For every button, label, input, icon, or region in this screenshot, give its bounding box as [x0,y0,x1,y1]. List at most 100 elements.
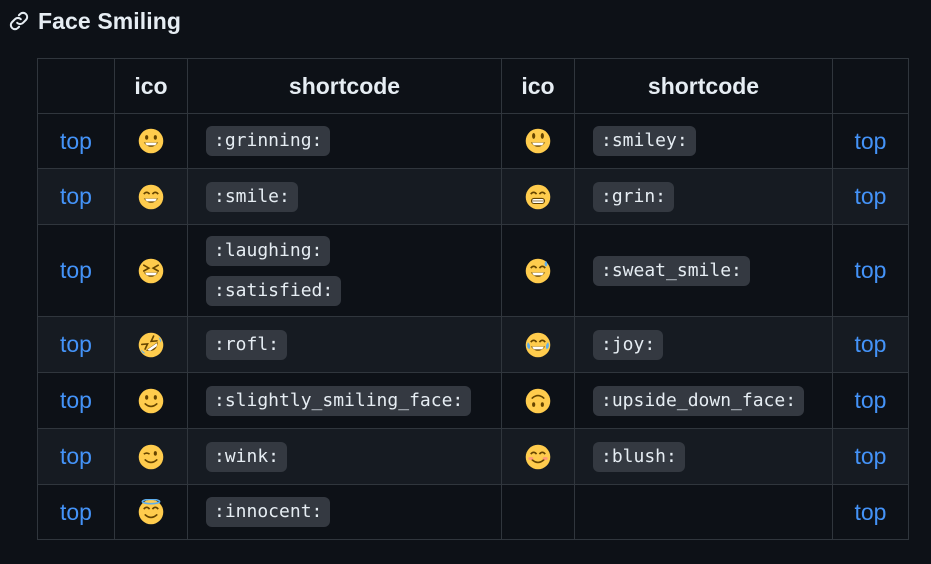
laughing-face-icon [138,258,164,284]
shortcode: :innocent: [206,497,331,527]
top-cell-right: top [832,372,909,429]
ico-cell-left [114,372,188,429]
shortcode: :smiley: [593,126,696,156]
shortcode: :sweat_smile: [593,255,750,286]
shortcode: :satisfied: [206,275,342,306]
top-cell-right: top [832,484,909,540]
shortcode: :joy: [593,329,664,360]
top-link[interactable]: top [60,443,92,469]
shortcode: :blush: [593,441,685,472]
shortcode: :rofl: [206,329,288,360]
header-ico-left: ico [114,58,188,114]
top-link[interactable]: top [60,183,92,209]
ico-cell-left [114,428,188,485]
shortcode-cell-left: :grinning: [187,113,502,169]
top-link[interactable]: top [855,128,887,154]
top-link[interactable]: top [60,499,92,525]
top-cell-left: top [37,113,115,169]
table-row: top :smile: :grin: top [37,168,909,225]
shortcode: :smile: [206,181,298,212]
shortcode-cell-right: :upside_down_face: [574,372,833,429]
top-link[interactable]: top [855,257,887,283]
table-row: top :rofl: :joy: top [37,316,909,373]
top-link[interactable]: top [855,331,887,357]
header-top-left [37,58,115,114]
top-link[interactable]: top [60,257,92,283]
shortcode: :laughing: [206,235,331,266]
shortcode: :grinning: [206,126,331,156]
rofl-face-icon [138,332,164,358]
header-top-right [832,58,909,114]
ico-cell-left [114,168,188,225]
ico-cell-right [501,316,575,373]
blush-face-icon [525,444,551,470]
top-cell-right: top [832,224,909,317]
ico-cell-right [501,428,575,485]
top-cell-left: top [37,316,115,373]
top-cell-right: top [832,168,909,225]
top-link[interactable]: top [855,387,887,413]
shortcode-cell-left: :smile: [187,168,502,225]
table-row: top :innocent: top [37,484,909,540]
smile-face-icon [138,184,164,210]
header-ico-right: ico [501,58,575,114]
top-cell-right: top [832,113,909,169]
top-cell-left: top [37,484,115,540]
ico-cell-left [114,316,188,373]
ico-cell-right [501,168,575,225]
top-link[interactable]: top [855,499,887,525]
top-cell-left: top [37,168,115,225]
shortcode-cell-right: :blush: [574,428,833,485]
top-cell-left: top [37,372,115,429]
top-link[interactable]: top [855,443,887,469]
top-link[interactable]: top [60,128,92,154]
link-icon[interactable] [8,10,30,32]
table-row: top :laughing::satisfied: :sweat_smile: top [37,224,909,317]
header-shortcode-left: shortcode [187,58,502,114]
wink-face-icon [138,444,164,470]
shortcode-cell-right: :sweat_smile: [574,224,833,317]
shortcode-cell-left: :innocent: [187,484,502,540]
page: Face Smiling ico shortcode ico shortcode… [0,0,931,564]
innocent-face-icon [138,498,164,525]
top-link[interactable]: top [60,387,92,413]
ico-cell-right [501,113,575,169]
top-cell-right: top [832,428,909,485]
header-shortcode-right: shortcode [574,58,833,114]
shortcode-cell-right: :joy: [574,316,833,373]
section-heading: Face Smiling [8,6,181,36]
shortcode-cell-left: :rofl: [187,316,502,373]
shortcode: :wink: [206,441,288,472]
table-body: top:grinning::smiley: top top:smile::grin:… [37,113,909,540]
ico-cell-left [114,224,188,317]
slightly-smiling-face-icon [138,388,164,414]
ico-cell-right [501,372,575,429]
section-title: Face Smiling [38,7,182,34]
ico-cell-left [114,113,188,169]
top-cell-right: top [832,316,909,373]
ico-cell-left [114,484,188,540]
shortcode-cell-right: :grin: [574,168,833,225]
shortcode-cell-left: :slightly_smiling_face: [187,372,502,429]
shortcode: :grin: [593,181,675,212]
emoji-table: ico shortcode ico shortcode top :grinning… [37,58,909,540]
table-row: top :wink: :blush: top [37,428,909,485]
table-row: top :slightly_smiling_face: :upside_down_f… [37,372,909,429]
joy-face-icon [525,332,551,358]
shortcode-cell-right [574,484,833,540]
upside-down-face-icon [525,388,551,414]
smiley-face-icon [525,128,551,154]
ico-cell-right [501,224,575,317]
shortcode-cell-left: :wink: [187,428,502,485]
top-cell-left: top [37,224,115,317]
top-link[interactable]: top [60,331,92,357]
ico-cell-right [501,484,575,540]
shortcode: :upside_down_face: [593,385,805,416]
top-link[interactable]: top [855,183,887,209]
shortcode-cell-left: :laughing::satisfied: [187,224,502,317]
grin-face-icon [525,184,551,210]
table-header-row: ico shortcode ico shortcode [37,58,909,114]
table-row: top :grinning: :smiley: top [37,113,909,169]
sweat-smile-face-icon [525,258,551,284]
top-cell-left: top [37,428,115,485]
